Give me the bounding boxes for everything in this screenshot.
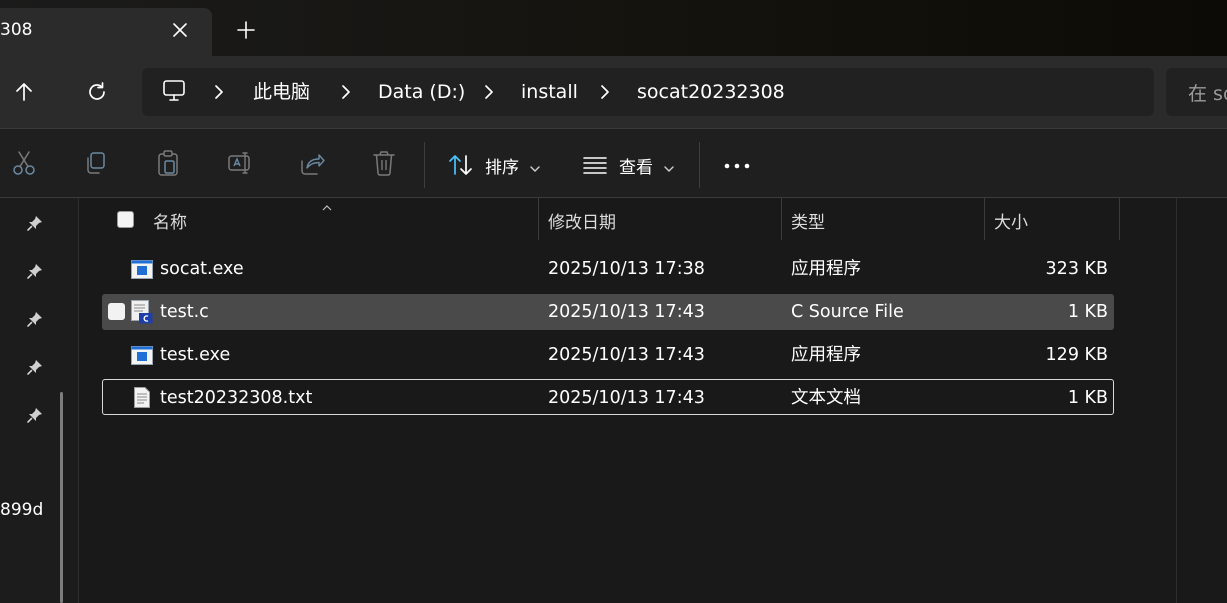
monitor-icon[interactable] — [161, 78, 187, 104]
chevron-down-icon[interactable] — [529, 159, 541, 172]
c-source-icon — [131, 300, 153, 324]
file-modified: 2025/10/13 17:43 — [548, 345, 705, 365]
view-icon[interactable] — [581, 153, 609, 177]
file-name[interactable]: test.exe — [160, 344, 230, 366]
file-modified: 2025/10/13 17:43 — [548, 388, 705, 408]
file-type: C Source File — [791, 302, 904, 322]
tab-title: 308 — [0, 20, 33, 40]
column-separator[interactable] — [781, 198, 782, 240]
arrow-up-icon[interactable] — [4, 72, 44, 112]
delete-icon[interactable] — [370, 148, 398, 178]
exe-icon — [131, 260, 153, 279]
file-size: 1 KB — [1067, 302, 1108, 322]
file-size: 323 KB — [1045, 259, 1108, 279]
chevron-right-icon[interactable] — [337, 82, 355, 102]
view-button[interactable]: 查看 — [619, 153, 653, 178]
column-separator[interactable] — [538, 198, 539, 240]
sort-button[interactable]: 排序 — [485, 153, 519, 178]
share-icon[interactable] — [298, 148, 326, 178]
pin-icon[interactable] — [26, 406, 44, 424]
copy-icon[interactable] — [82, 148, 110, 178]
rename-icon[interactable] — [226, 148, 254, 178]
sort-ascending-icon — [320, 198, 334, 211]
search-placeholder: 在 so — [1188, 83, 1227, 105]
file-type: 文本文档 — [791, 388, 861, 408]
cut-icon[interactable] — [10, 148, 38, 178]
pin-icon[interactable] — [26, 262, 44, 280]
breadcrumb-drive[interactable]: Data (D:) — [378, 80, 465, 104]
command-bar — [0, 128, 1227, 198]
file-name[interactable]: test.c — [160, 301, 209, 323]
column-header-type[interactable]: 类型 — [791, 208, 825, 233]
sort-icon[interactable] — [447, 152, 475, 178]
sidebar-item-label[interactable]: 899d — [0, 500, 43, 520]
breadcrumb-this-pc[interactable]: 此电脑 — [253, 80, 310, 104]
chevron-right-icon[interactable] — [480, 82, 498, 102]
close-icon[interactable] — [166, 16, 194, 44]
exe-icon — [131, 346, 153, 365]
column-header-size[interactable]: 大小 — [994, 208, 1028, 233]
file-modified: 2025/10/13 17:43 — [548, 302, 705, 322]
breadcrumb-install[interactable]: install — [521, 80, 578, 104]
chevron-right-icon[interactable] — [210, 82, 228, 102]
file-size: 129 KB — [1045, 345, 1108, 365]
column-separator[interactable] — [1119, 198, 1120, 240]
file-size: 1 KB — [1067, 388, 1108, 408]
plus-icon[interactable] — [232, 16, 260, 44]
file-modified: 2025/10/13 17:38 — [548, 259, 705, 279]
file-name[interactable]: socat.exe — [160, 258, 244, 280]
navigation-pane — [0, 198, 79, 603]
row-checkbox[interactable] — [108, 303, 125, 320]
more-icon[interactable] — [721, 158, 753, 172]
toolbar-separator — [424, 142, 425, 188]
file-name[interactable]: test20232308.txt — [160, 387, 312, 409]
chevron-right-icon[interactable] — [596, 82, 614, 102]
column-separator[interactable] — [984, 198, 985, 240]
pane-divider — [1176, 198, 1177, 603]
chevron-down-icon[interactable] — [663, 159, 675, 172]
toolbar-separator — [699, 142, 700, 188]
pin-icon[interactable] — [26, 358, 44, 376]
text-file-icon — [134, 387, 150, 408]
pin-icon[interactable] — [26, 214, 44, 232]
file-type: 应用程序 — [791, 259, 861, 279]
refresh-icon[interactable] — [77, 72, 117, 112]
paste-icon[interactable] — [154, 148, 182, 178]
pin-icon[interactable] — [26, 310, 44, 328]
column-header-name[interactable]: 名称 — [153, 208, 187, 233]
sidebar-scrollbar[interactable] — [60, 392, 63, 603]
select-all-checkbox[interactable] — [117, 211, 134, 228]
breadcrumb-current-folder[interactable]: socat20232308 — [637, 80, 785, 104]
column-header-modified[interactable]: 修改日期 — [548, 208, 616, 233]
file-type: 应用程序 — [791, 345, 861, 365]
